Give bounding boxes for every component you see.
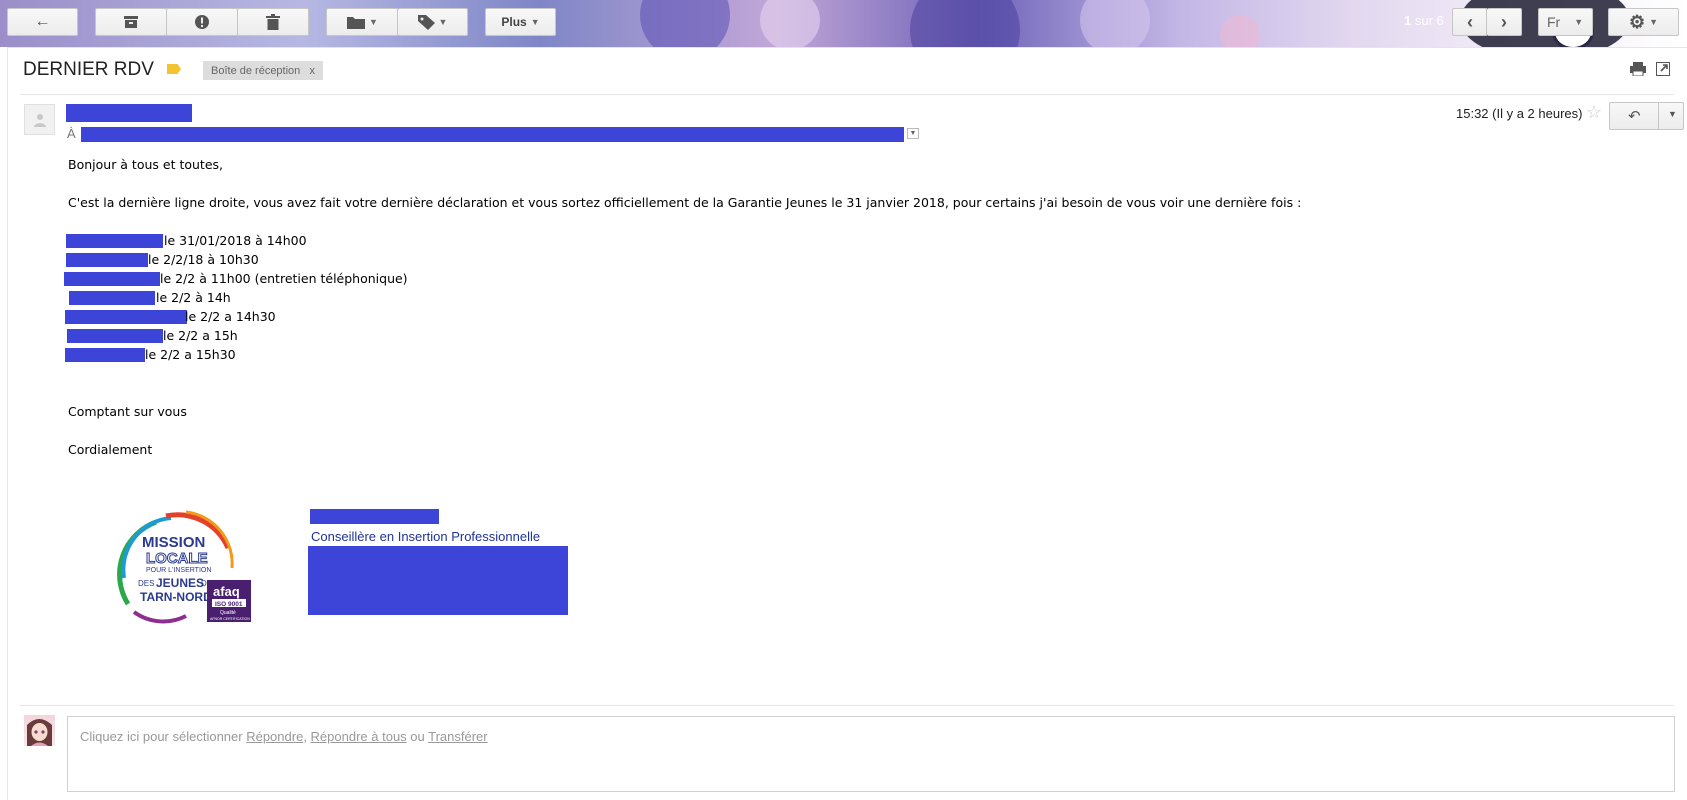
redacted-name [67,329,163,343]
body-intro: C'est la dernière ligne droite, vous ave… [68,195,1302,210]
reply-arrow-icon: ↶ [1628,108,1641,125]
quick-reply-box[interactable]: Cliquez ici pour sélectionner Répondre, … [67,716,1675,792]
message-time: 15:32 (Il y a 2 heures) [1456,106,1583,121]
appointment-line: le 2/2 a 15h30 [145,347,236,362]
redacted-signature-contact [308,546,568,615]
background-decoration [760,0,820,47]
language-button[interactable]: Fr ▼ [1538,8,1593,36]
print-icon[interactable] [1630,62,1646,77]
message-pane [7,47,1687,800]
quick-reply-prompt: Cliquez ici pour sélectionner Répondre, … [80,729,488,744]
svg-text:DES: DES [138,579,154,588]
sender-avatar[interactable] [24,104,55,135]
my-avatar [24,715,55,746]
redacted-name [66,253,148,267]
folder-icon [347,17,366,29]
recipient-details-toggle[interactable]: ▼ [907,128,919,139]
redacted-name [64,272,160,286]
svg-text:LOCALE: LOCALE [146,550,208,567]
svg-text:TARN-NORD: TARN-NORD [140,590,212,604]
redacted-recipients [81,127,904,142]
label-chip-remove[interactable]: x [310,65,316,77]
archive-icon [124,16,138,28]
person-icon [33,113,46,127]
quick-reply-or: ou [406,729,429,744]
divider [20,705,1674,706]
label-chip-text: Boîte de réception [211,64,301,77]
report-spam-icon [195,15,209,29]
settings-button[interactable]: ⚙ ▼ [1608,8,1679,36]
more-actions-chevron-icon[interactable]: ▼ [1668,109,1677,119]
appointment-line: le 2/2 a 14h30 [185,309,276,324]
redacted-signature-name [310,509,439,524]
archive-button[interactable] [95,8,166,36]
chevron-down-icon: ▼ [1649,17,1659,27]
trash-icon [266,14,280,30]
svg-text:JEUNES: JEUNES [156,576,204,590]
redacted-name [65,310,187,324]
appointment-line: le 2/2 à 14h [156,290,231,305]
newer-button[interactable]: ‹ [1452,8,1487,36]
report-spam-button[interactable] [167,8,237,36]
background-decoration [1080,0,1150,47]
thread-subject: DERNIER RDV [23,59,154,80]
redacted-name [69,291,155,305]
redacted-name [66,234,163,248]
gear-icon: ⚙ [1628,12,1646,32]
redacted-sender-name [66,104,192,122]
redacted-name [65,348,145,362]
body-greeting: Bonjour à tous et toutes, [68,157,224,172]
chevron-down-icon: ▼ [1574,17,1584,27]
back-button[interactable]: ← [7,8,78,36]
delete-button[interactable] [238,8,309,36]
older-button[interactable]: › [1487,8,1522,36]
appointment-line: le 31/01/2018 à 14h00 [164,233,307,248]
background-decoration [910,0,1020,47]
new-window-icon[interactable] [1656,62,1670,76]
label-tag-icon [417,14,435,30]
language-label: Fr [1547,14,1561,30]
chevron-down-icon: ▼ [438,17,448,27]
button-separator [1658,103,1659,129]
recipient-prefix: À [67,126,76,141]
reply-link[interactable]: Répondre [246,729,303,744]
labels-button[interactable]: ▼ [398,8,468,36]
star-icon[interactable]: ☆ [1586,102,1602,123]
svg-text:AFNOR CERTIFICATION: AFNOR CERTIFICATION [210,617,250,621]
signature-title: Conseillère en Insertion Professionnelle [311,529,541,544]
forward-link[interactable]: Transférer [428,729,487,744]
body-signoff: Cordialement [68,442,153,457]
svg-text:afaq: afaq [213,584,240,599]
svg-text:POUR L'INSERTION: POUR L'INSERTION [146,567,211,574]
mission-locale-logo: MISSION LOCALE POUR L'INSERTION DES JEUN… [117,510,251,624]
reply-all-link[interactable]: Répondre à tous [311,729,407,744]
chevron-right-icon: › [1501,12,1507,32]
svg-text:MISSION: MISSION [142,534,205,551]
appointment-line: le 2/2 à 11h00 (entretien téléphonique) [160,271,408,286]
move-to-button[interactable]: ▼ [326,8,398,36]
appointment-line: le 2/2 a 15h [163,328,238,343]
more-button-label: Plus [501,15,527,29]
top-toolbar: ← ▼ ▼ Plus ▼ 1 sur 6 ‹ › Fr ▼ ⚙ ▼ [0,0,1687,47]
background-decoration [640,0,730,47]
chevron-down-icon: ▼ [530,17,540,27]
svg-text:Qualité: Qualité [220,610,236,616]
pager-total: sur 6 [1411,13,1444,28]
label-chip[interactable]: Boîte de réception x [203,61,323,80]
appointment-line: le 2/2/18 à 10h30 [148,252,259,267]
divider [20,94,1674,95]
chevron-down-icon: ▼ [369,17,378,27]
svg-text:ISO 9001: ISO 9001 [215,601,243,608]
more-button[interactable]: Plus ▼ [485,8,556,36]
quick-reply-comma: , [303,729,311,744]
reply-button[interactable]: ↶ ▼ [1609,102,1684,130]
back-arrow-icon: ← [34,13,51,30]
chevron-left-icon: ‹ [1467,12,1473,32]
pager-text: 1 sur 6 [1404,13,1444,28]
quick-reply-prefix: Cliquez ici pour sélectionner [80,729,247,744]
background-decoration [1220,15,1260,47]
body-closing: Comptant sur vous [68,404,187,419]
